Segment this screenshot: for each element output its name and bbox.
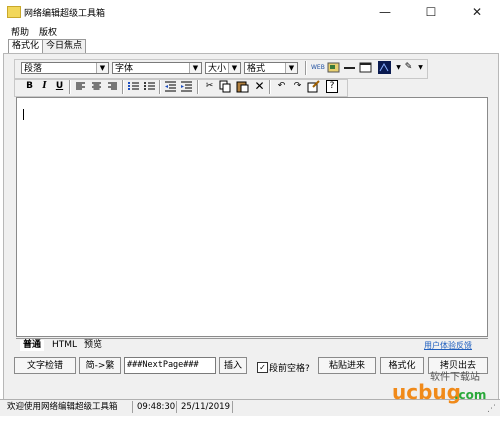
text-check-button[interactable]: 文字检错	[14, 357, 76, 374]
insert-button[interactable]: 插入	[219, 357, 247, 374]
underline-icon[interactable]: U	[53, 80, 66, 93]
tab-normal[interactable]: 普通	[20, 340, 45, 351]
ordered-list-icon[interactable]	[127, 80, 140, 93]
watermark-logo: ucbug .com 软件下载站	[388, 367, 500, 407]
status-welcome: 欢迎使用网络编辑超级工具箱	[4, 401, 133, 413]
watermark-tagline: 软件下载站	[430, 370, 480, 383]
unordered-list-icon[interactable]	[143, 80, 156, 93]
paste-in-button[interactable]: 粘贴进来	[318, 357, 376, 374]
font-select[interactable]: 字体 ▼	[112, 62, 202, 74]
status-time: 09:48:30	[134, 401, 177, 413]
size-select[interactable]: 大小 ▼	[205, 62, 241, 74]
size-select-value: 大小	[208, 64, 227, 74]
help-icon[interactable]: ?	[326, 80, 338, 93]
tab-preview[interactable]: 预览	[84, 340, 102, 351]
outdent-icon[interactable]	[164, 80, 177, 93]
redo-icon[interactable]: ↷	[291, 80, 304, 93]
editor-textarea[interactable]	[16, 97, 488, 337]
toolbar-separator	[269, 80, 271, 94]
edit-icon[interactable]	[307, 80, 320, 93]
font-select-value: 字体	[115, 64, 134, 74]
close-button[interactable]: ✕	[454, 0, 500, 24]
chevron-down-icon: ▼	[96, 63, 108, 73]
toolbar-separator	[305, 61, 307, 75]
paste-icon[interactable]	[236, 80, 249, 93]
delete-icon[interactable]: ✕	[253, 80, 266, 93]
feedback-link[interactable]: 用户体验反馈	[424, 340, 472, 351]
tab-html[interactable]: HTML	[52, 340, 77, 351]
maximize-button[interactable]: ☐	[408, 0, 454, 24]
horizontal-rule-icon[interactable]	[343, 61, 356, 74]
watermark-suffix: .com	[454, 388, 486, 402]
status-date: 25/11/2019	[178, 401, 233, 413]
menu-bar	[0, 24, 500, 38]
format-select[interactable]: 格式 ▼	[244, 62, 298, 74]
window-title: 网络编辑超级工具箱	[24, 9, 106, 19]
format-select-value: 格式	[247, 64, 266, 74]
web-icon[interactable]: WEB	[311, 61, 325, 74]
menu-copyright[interactable]: 版权	[39, 25, 57, 38]
color-icon[interactable]	[378, 61, 391, 74]
toolbar-separator	[197, 80, 199, 94]
space-checkbox[interactable]: ✓	[257, 362, 268, 373]
paragraph-select-value: 段落	[24, 64, 43, 74]
align-right-icon[interactable]	[106, 80, 119, 93]
tab-format[interactable]: 格式化	[8, 39, 44, 53]
convert-button[interactable]: 简->繁	[79, 357, 121, 374]
minimize-button[interactable]: —	[362, 0, 408, 24]
window-icon[interactable]	[359, 61, 372, 74]
copy-icon[interactable]	[219, 80, 232, 93]
watermark-brand: ucbug	[392, 380, 461, 404]
italic-icon[interactable]: I	[38, 80, 51, 93]
text-caret	[23, 109, 24, 120]
align-center-icon[interactable]	[90, 80, 103, 93]
cut-icon[interactable]: ✂	[203, 80, 216, 93]
undo-icon[interactable]: ↶	[275, 80, 288, 93]
paragraph-select[interactable]: 段落 ▼	[21, 62, 109, 74]
toolbar-separator	[69, 80, 71, 94]
app-icon	[7, 6, 21, 18]
chevron-down-icon[interactable]: ▼	[414, 61, 427, 74]
bold-icon[interactable]: B	[23, 80, 36, 93]
align-left-icon[interactable]	[74, 80, 87, 93]
toolbar-separator	[122, 80, 124, 94]
tab-today-focus[interactable]: 今日焦点	[42, 39, 87, 53]
space-label: 段前空格?	[269, 364, 310, 374]
toolbar-separator	[159, 80, 161, 94]
separator-input[interactable]: ###NextPage###	[124, 357, 216, 374]
chevron-down-icon: ▼	[189, 63, 201, 73]
chevron-down-icon: ▼	[228, 63, 240, 73]
menu-help[interactable]: 帮助	[11, 25, 29, 38]
image-icon[interactable]	[327, 61, 340, 74]
chevron-down-icon: ▼	[285, 63, 297, 73]
indent-icon[interactable]	[180, 80, 193, 93]
